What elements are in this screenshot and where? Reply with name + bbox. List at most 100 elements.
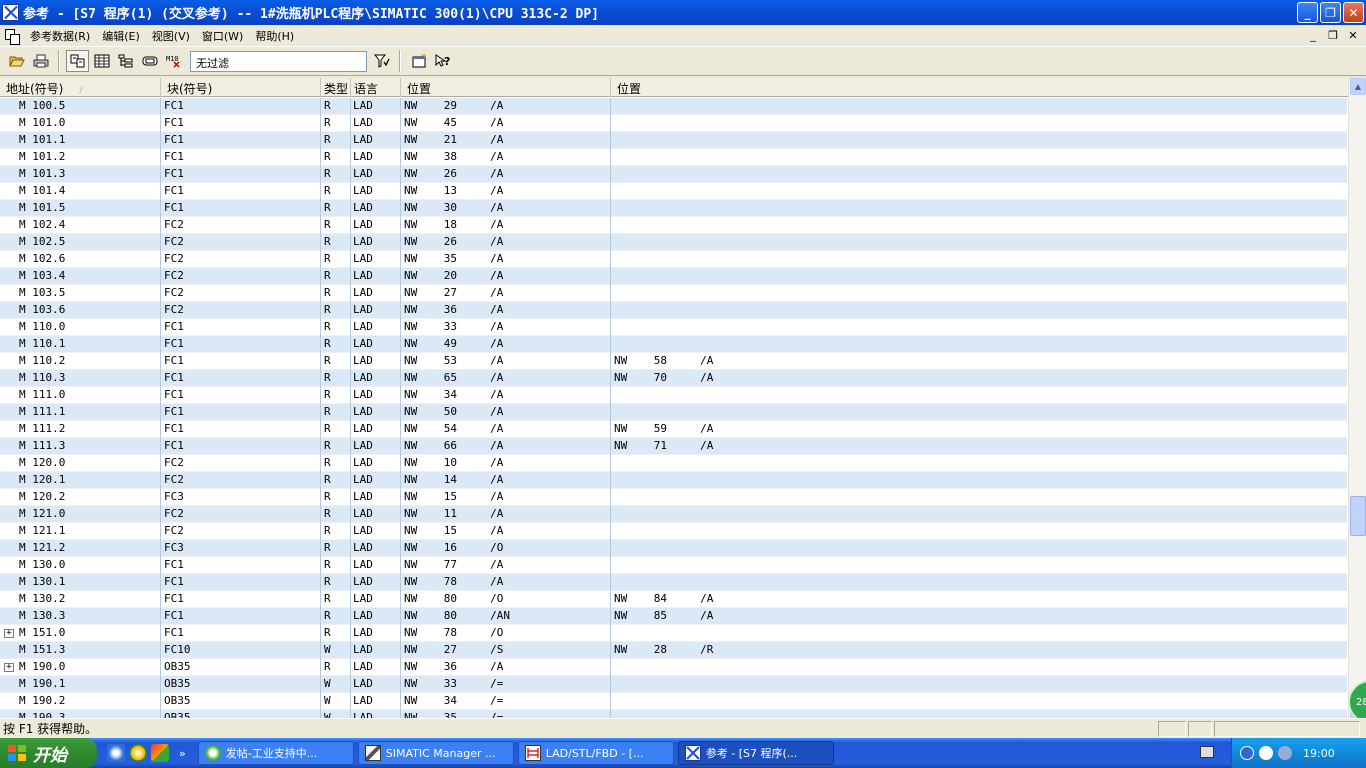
doc-minimize-button[interactable]: _ <box>1306 28 1320 42</box>
table-row[interactable]: M 102.4 FC2 R LAD NW 18 /A <box>0 217 1347 234</box>
new-window-button[interactable] <box>407 50 430 72</box>
scroll-up-button[interactable]: ▲ <box>1350 78 1366 95</box>
restore-button[interactable]: ❐ <box>1320 2 1341 23</box>
quick-launch: » <box>107 744 186 762</box>
keyboard-icon[interactable] <box>1200 746 1214 758</box>
table-row[interactable]: M 101.4 FC1 R LAD NW 13 /A <box>0 183 1347 200</box>
grid-rows: M 100.5 FC1 R LAD NW 29 /A M 101.0 FC1 R LAD NW 4… <box>0 98 1347 718</box>
table-row[interactable]: M 101.5 FC1 R LAD NW 30 /A <box>0 200 1347 217</box>
doc-close-button[interactable]: ✕ <box>1346 28 1360 42</box>
minimize-button[interactable]: _ <box>1297 2 1318 23</box>
table-row[interactable]: M 102.5 FC2 R LAD NW 26 /A <box>0 234 1347 251</box>
start-button[interactable]: 开始 <box>0 738 97 768</box>
taskbar-item-simatic-manager[interactable]: SIMATIC Manager ... <box>357 741 514 765</box>
program-structure-button[interactable] <box>114 50 137 72</box>
taskbar-item-lad-editor[interactable]: LAD/STL/FBD - [... <box>517 741 674 765</box>
menu-reference-data[interactable]: 参考数据(R) <box>24 28 96 44</box>
menu-help[interactable]: 帮助(H) <box>249 28 300 44</box>
volume-icon[interactable] <box>1278 746 1292 760</box>
table-row[interactable]: M 130.0 FC1 R LAD NW 77 /A <box>0 557 1347 574</box>
network-icon[interactable] <box>1259 746 1273 760</box>
column-header-type[interactable]: 类型 <box>321 78 351 97</box>
table-row[interactable]: M 121.1 FC2 R LAD NW 15 /A <box>0 523 1347 540</box>
table-row[interactable]: M 111.3 FC1 R LAD NW 66 /A NW 71 /A <box>0 438 1347 455</box>
address-without-symbol-button[interactable]: M10 <box>162 50 185 72</box>
table-row[interactable]: M 110.2 FC1 R LAD NW 53 /A NW 58 /A <box>0 353 1347 370</box>
open-button[interactable] <box>5 50 28 72</box>
table-row[interactable]: M 103.6 FC2 R LAD NW 36 /A <box>0 302 1347 319</box>
doc-restore-button[interactable]: ❐ <box>1326 28 1340 42</box>
cell-address: M 130.0 <box>0 557 161 574</box>
unused-symbols-button[interactable] <box>138 50 161 72</box>
expand-icon[interactable]: + <box>4 663 14 672</box>
cell-block: FC2 <box>161 268 321 285</box>
table-row[interactable]: M 102.6 FC2 R LAD NW 35 /A <box>0 251 1347 268</box>
cell-block: FC10 <box>161 642 321 659</box>
quick-launch-more[interactable]: » <box>179 747 186 760</box>
cell-block: OB35 <box>161 676 321 693</box>
table-row[interactable]: M 130.2 FC1 R LAD NW 80 /O NW 84 /A <box>0 591 1347 608</box>
menu-window[interactable]: 窗口(W) <box>196 28 249 44</box>
table-row[interactable]: M 110.3 FC1 R LAD NW 65 /A NW 70 /A <box>0 370 1347 387</box>
document-window-icon[interactable] <box>4 28 20 45</box>
table-row[interactable]: M 101.1 FC1 R LAD NW 21 /A <box>0 132 1347 149</box>
cell-address: M 110.0 <box>0 319 161 336</box>
table-row[interactable]: M 111.2 FC1 R LAD NW 54 /A NW 59 /A <box>0 421 1347 438</box>
table-row[interactable]: M 100.5 FC1 R LAD NW 29 /A <box>0 98 1347 115</box>
filter-dropdown[interactable]: 无过滤 <box>190 50 367 72</box>
table-row[interactable]: M 120.0 FC2 R LAD NW 10 /A <box>0 455 1347 472</box>
taskbar-item-reference[interactable]: 参考 - [S7 程序(... <box>677 741 834 765</box>
table-row[interactable]: + M 151.0 FC1 R LAD NW 78 /O <box>0 625 1347 642</box>
table-row[interactable]: M 101.2 FC1 R LAD NW 38 /A <box>0 149 1347 166</box>
tray-arrow-icon[interactable] <box>1240 746 1254 760</box>
column-header-location[interactable]: 位置 <box>401 78 611 97</box>
table-row[interactable]: M 111.0 FC1 R LAD NW 34 /A <box>0 387 1347 404</box>
cell-block: FC3 <box>161 489 321 506</box>
reference-app-icon[interactable] <box>2 4 19 21</box>
filter-button[interactable] <box>370 50 393 72</box>
menu-view[interactable]: 视图(V) <box>146 28 196 44</box>
browser-icon[interactable] <box>129 744 147 762</box>
cell-block: FC1 <box>161 200 321 217</box>
table-row[interactable]: M 190.1 OB35 W LAD NW 33 /= <box>0 676 1347 693</box>
table-row[interactable]: M 190.2 OB35 W LAD NW 34 /= <box>0 693 1347 710</box>
taskbar-item-forum[interactable]: 发帖-工业支持中... <box>197 741 354 765</box>
indent-spacer <box>4 557 19 574</box>
table-row[interactable]: M 120.2 FC3 R LAD NW 15 /A <box>0 489 1347 506</box>
table-row[interactable]: M 130.3 FC1 R LAD NW 80 /AN NW 85 /A <box>0 608 1347 625</box>
context-help-button[interactable]: ? <box>431 50 454 72</box>
cross-reference-button[interactable] <box>66 50 89 72</box>
table-row[interactable]: M 120.1 FC2 R LAD NW 14 /A <box>0 472 1347 489</box>
expand-icon[interactable]: + <box>4 629 14 638</box>
table-row[interactable]: + M 190.0 OB35 R LAD NW 36 /A <box>0 659 1347 676</box>
table-row[interactable]: M 111.1 FC1 R LAD NW 50 /A <box>0 404 1347 421</box>
table-row[interactable]: M 121.2 FC3 R LAD NW 16 /O <box>0 540 1347 557</box>
table-row[interactable]: M 103.5 FC2 R LAD NW 27 /A <box>0 285 1347 302</box>
table-row[interactable]: M 101.3 FC1 R LAD NW 26 /A <box>0 166 1347 183</box>
media-icon[interactable] <box>151 744 169 762</box>
table-row[interactable]: M 110.1 FC1 R LAD NW 49 /A <box>0 336 1347 353</box>
table-row[interactable]: M 101.0 FC1 R LAD NW 45 /A <box>0 115 1347 132</box>
clock[interactable]: 19:00 <box>1303 747 1335 760</box>
column-header-location-2[interactable]: 位置 <box>611 78 1348 97</box>
table-row[interactable]: M 110.0 FC1 R LAD NW 33 /A <box>0 319 1347 336</box>
cell-location: NW 36 /A <box>401 302 611 319</box>
column-header-block[interactable]: 块(符号) <box>161 78 321 97</box>
close-button[interactable]: ✕ <box>1343 2 1364 23</box>
table-row[interactable]: M 130.1 FC1 R LAD NW 78 /A <box>0 574 1347 591</box>
internet-explorer-icon[interactable] <box>107 744 125 762</box>
column-header-address[interactable]: 地址(符号) / <box>0 78 161 97</box>
unused-symbols-icon <box>142 54 158 68</box>
column-header-language[interactable]: 语言 <box>351 78 401 97</box>
table-row[interactable]: M 151.3 FC10 W LAD NW 27 /S NW 28 /R <box>0 642 1347 659</box>
print-button[interactable] <box>29 50 52 72</box>
table-row[interactable]: M 121.0 FC2 R LAD NW 11 /A <box>0 506 1347 523</box>
cell-block: FC2 <box>161 234 321 251</box>
assignment-button[interactable] <box>90 50 113 72</box>
table-row[interactable]: M 190.3 OB35 W LAD NW 35 /= <box>0 710 1347 718</box>
scroll-thumb[interactable] <box>1350 496 1366 536</box>
menu-edit[interactable]: 编辑(E) <box>96 28 146 44</box>
table-row[interactable]: M 103.4 FC2 R LAD NW 20 /A <box>0 268 1347 285</box>
cell-location-2 <box>611 472 1347 489</box>
vertical-scrollbar[interactable]: ▲ ▼ <box>1348 78 1366 718</box>
